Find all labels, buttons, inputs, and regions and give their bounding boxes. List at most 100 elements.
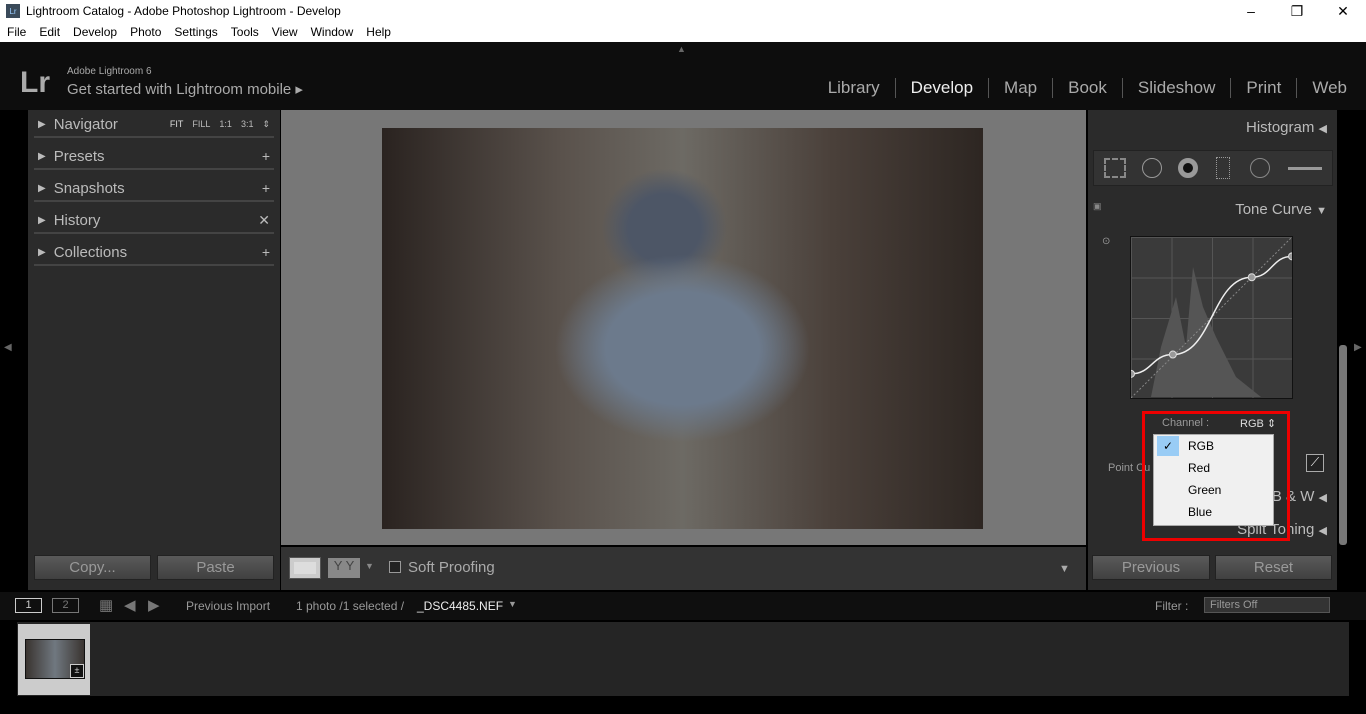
maximize-button[interactable]: ❐: [1274, 0, 1320, 22]
before-after-icon[interactable]: Y Y: [328, 558, 360, 578]
chevron-down-icon[interactable]: ▼: [365, 561, 374, 571]
histogram-header[interactable]: Histogram ◀: [1246, 119, 1327, 136]
panel-switch-icon[interactable]: ▣: [1093, 201, 1102, 212]
expand-icon: ▶: [38, 214, 46, 226]
tone-curve-graph[interactable]: [1130, 236, 1293, 399]
second-screen-button[interactable]: 2: [52, 598, 79, 613]
menu-file[interactable]: File: [7, 25, 26, 39]
filmstrip: ±: [17, 622, 1349, 696]
add-preset-icon[interactable]: +: [262, 148, 270, 164]
toolbar-menu-icon[interactable]: ▼: [1059, 563, 1070, 575]
panel-label: Histogram: [1246, 119, 1315, 136]
expand-icon: ▶: [38, 182, 46, 194]
module-develop[interactable]: Develop: [894, 78, 988, 98]
filmstrip-bar: 1 2 ▦ ◀ ▶ Previous Import 1 photo /1 sel…: [0, 592, 1366, 620]
menu-develop[interactable]: Develop: [73, 25, 117, 39]
zoom-fit[interactable]: FIT: [170, 119, 184, 130]
add-collection-icon[interactable]: +: [262, 244, 270, 260]
loupe-view-icon[interactable]: [289, 557, 321, 579]
soft-proofing-label: Soft Proofing: [408, 559, 495, 576]
filename[interactable]: _DSC4485.NEF: [417, 599, 503, 613]
filter-select[interactable]: Filters Off: [1204, 597, 1330, 613]
graduated-filter-icon[interactable]: [1216, 157, 1230, 179]
minimize-button[interactable]: –: [1228, 0, 1274, 22]
panel-label: Tone Curve: [1235, 201, 1312, 218]
menu-bar: File Edit Develop Photo Settings Tools V…: [0, 22, 1366, 42]
curve-svg: [1131, 237, 1292, 398]
expand-icon: ▶: [38, 150, 46, 162]
previous-button[interactable]: Previous: [1092, 555, 1210, 580]
clear-history-icon[interactable]: ✕: [258, 212, 270, 229]
expand-icon: ▼: [1316, 205, 1327, 217]
module-slideshow[interactable]: Slideshow: [1121, 78, 1231, 98]
curve-control-point[interactable]: [1168, 350, 1177, 359]
panel-label: Navigator: [53, 115, 118, 133]
window-title: Lightroom Catalog - Adobe Photoshop Ligh…: [26, 4, 341, 18]
histogram-shape: [1151, 267, 1261, 397]
targeted-adjust-icon[interactable]: ⊙: [1102, 236, 1110, 247]
right-panel-toggle-icon[interactable]: ▶: [1354, 342, 1362, 353]
zoom-options: FIT FILL 1:1 3:1 ⇕: [170, 119, 270, 130]
reset-button[interactable]: Reset: [1215, 555, 1332, 580]
mobile-link[interactable]: Get started with Lightroom mobile ▸: [67, 80, 303, 98]
grid-view-icon[interactable]: ▦: [99, 596, 113, 614]
zoom-stepper-icon[interactable]: ⇕: [262, 119, 270, 130]
left-panel-toggle-icon[interactable]: ◀: [4, 342, 12, 353]
spot-removal-icon[interactable]: [1142, 158, 1162, 178]
module-print[interactable]: Print: [1230, 78, 1296, 98]
menu-settings[interactable]: Settings: [174, 25, 217, 39]
module-book[interactable]: Book: [1052, 78, 1122, 98]
thumbnail-cell[interactable]: ±: [18, 624, 90, 695]
menu-help[interactable]: Help: [366, 25, 391, 39]
menu-window[interactable]: Window: [311, 25, 354, 39]
photo-preview[interactable]: [382, 128, 983, 529]
menu-photo[interactable]: Photo: [130, 25, 161, 39]
collapse-icon: ◀: [1318, 525, 1327, 537]
red-eye-icon[interactable]: [1178, 158, 1198, 178]
curve-control-point[interactable]: [1247, 273, 1256, 282]
menu-edit[interactable]: Edit: [39, 25, 60, 39]
chevron-down-icon[interactable]: ▼: [508, 599, 517, 609]
panel-collections[interactable]: ▶ Collections +: [34, 240, 274, 266]
curve-control-point[interactable]: [1131, 369, 1135, 378]
panel-history[interactable]: ▶ History ✕: [34, 208, 274, 234]
source-label[interactable]: Previous Import: [186, 599, 270, 613]
back-arrow-icon[interactable]: ◀: [124, 596, 136, 614]
menu-tools[interactable]: Tools: [231, 25, 259, 39]
copy-button[interactable]: Copy...: [34, 555, 151, 580]
panel-label: Collections: [53, 243, 128, 261]
product-name: Adobe Lightroom 6: [67, 66, 152, 77]
collapse-icon: ◀: [1318, 123, 1327, 135]
tone-curve-header[interactable]: Tone Curve ▼: [1235, 201, 1327, 218]
module-web[interactable]: Web: [1296, 78, 1362, 98]
module-library[interactable]: Library: [813, 78, 895, 98]
panel-snapshots[interactable]: ▶ Snapshots +: [34, 176, 274, 202]
panel-label: Snapshots: [53, 179, 125, 197]
panel-presets[interactable]: ▶ Presets +: [34, 144, 274, 170]
zoom-3-1[interactable]: 3:1: [241, 119, 254, 130]
soft-proofing-checkbox[interactable]: [389, 561, 401, 573]
point-curve-edit-icon[interactable]: ⟋: [1306, 454, 1324, 472]
close-button[interactable]: ✕: [1320, 0, 1366, 22]
right-panel-scrollbar[interactable]: [1339, 345, 1347, 545]
lr-logo: Lr: [20, 66, 50, 99]
main-screen-button[interactable]: 1: [15, 598, 42, 613]
collapse-top-icon[interactable]: ▲: [677, 44, 686, 54]
module-map[interactable]: Map: [988, 78, 1052, 98]
zoom-fill[interactable]: FILL: [192, 119, 210, 130]
radial-filter-icon[interactable]: [1250, 158, 1270, 178]
adjustment-brush-icon[interactable]: [1288, 167, 1322, 170]
left-panel: ▶ Navigator FIT FILL 1:1 3:1 ⇕ ▶ Presets + ▶ Sna…: [28, 110, 280, 590]
develop-adjusted-badge-icon: ±: [70, 664, 84, 678]
zoom-1-1[interactable]: 1:1: [219, 119, 232, 130]
forward-arrow-icon[interactable]: ▶: [148, 596, 160, 614]
paste-button[interactable]: Paste: [157, 555, 274, 580]
curve-control-point[interactable]: [1288, 252, 1293, 261]
crop-tool-icon[interactable]: [1104, 158, 1126, 178]
panel-navigator[interactable]: ▶ Navigator FIT FILL 1:1 3:1 ⇕: [34, 112, 274, 138]
add-snapshot-icon[interactable]: +: [262, 180, 270, 196]
menu-view[interactable]: View: [272, 25, 298, 39]
highlight-annotation: [1142, 411, 1290, 541]
panel-label: History: [53, 211, 101, 229]
module-picker: Library Develop Map Book Slideshow Print…: [813, 78, 1362, 98]
